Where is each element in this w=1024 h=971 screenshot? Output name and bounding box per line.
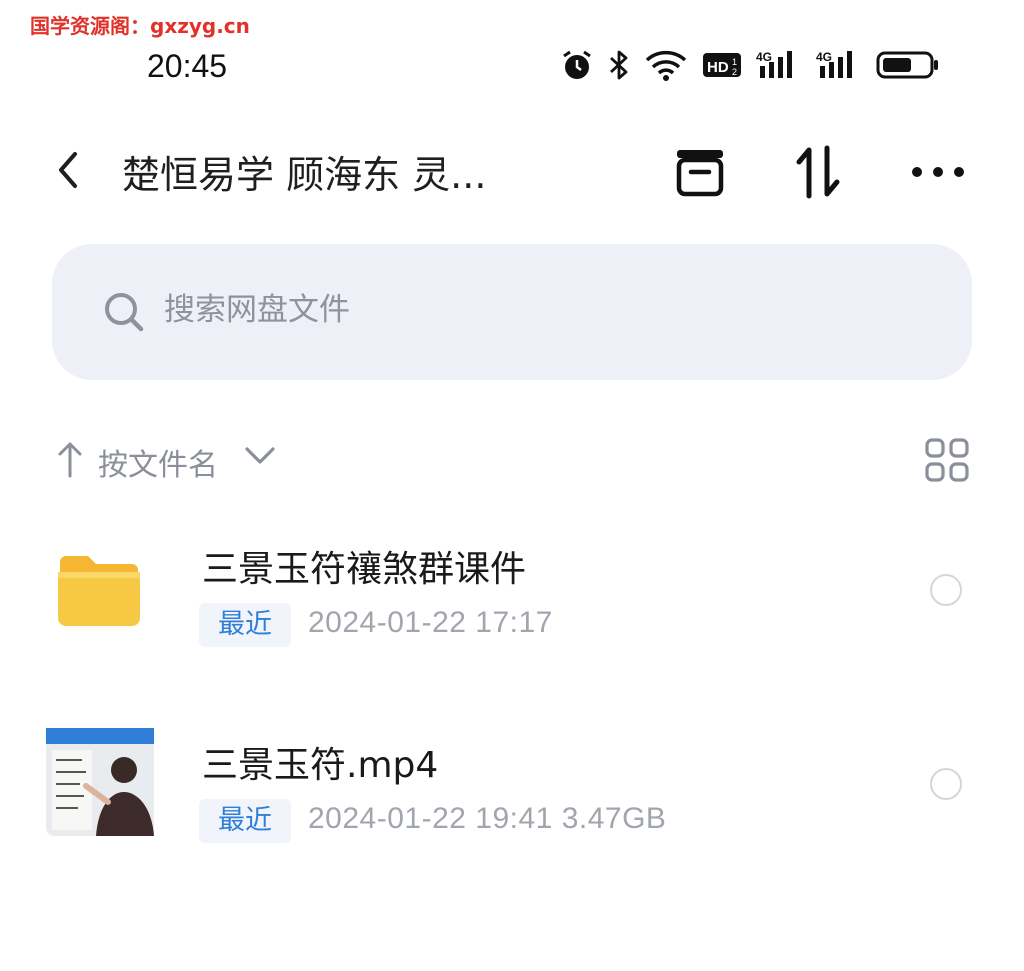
search-icon [102, 290, 146, 338]
back-button[interactable] [48, 148, 88, 192]
status-icons: HD 1 2 4G 4G [560, 48, 940, 82]
battery-icon [876, 50, 940, 80]
archive-icon [676, 150, 724, 197]
list-item[interactable]: 三景玉符.mp4 最近 2024-01-22 19:41 3.47GB [0, 726, 1024, 856]
folder-icon [56, 552, 142, 632]
svg-text:HD: HD [707, 59, 729, 76]
header: 楚恒易学 顾海东 灵... [0, 130, 1024, 210]
back-icon [59, 152, 77, 188]
status-time: 20:45 [147, 48, 228, 84]
video-thumbnail [46, 728, 154, 840]
svg-text:2: 2 [732, 67, 737, 77]
svg-text:4G: 4G [816, 50, 832, 64]
sort-toggle-icon [796, 145, 840, 199]
select-radio[interactable] [930, 768, 962, 800]
chevron-down-icon[interactable] [244, 446, 276, 470]
wifi-icon [644, 48, 688, 82]
svg-text:4G: 4G [756, 50, 772, 64]
recent-badge: 最近 [199, 603, 291, 647]
file-meta: 2024-01-22 19:41 3.47GB [308, 802, 667, 835]
select-radio[interactable] [930, 574, 962, 606]
file-name: 三景玉符.mp4 [202, 745, 439, 786]
recent-badge: 最近 [199, 799, 291, 843]
watermark: 国学资源阁：gxzyg.cn [30, 14, 250, 38]
sort-row: 按文件名 [0, 432, 1024, 488]
list-item[interactable]: 三景玉符禳煞群课件 最近 2024-01-22 17:17 [0, 530, 1024, 660]
file-name: 三景玉符禳煞群课件 [202, 549, 527, 590]
alarm-icon [560, 48, 594, 82]
page-title: 楚恒易学 顾海东 灵... [122, 153, 487, 197]
svg-text:1: 1 [732, 57, 737, 67]
sort-label[interactable]: 按文件名 [98, 440, 218, 484]
hd-icon: HD 1 2 [702, 50, 742, 80]
status-bar: 20:45 HD 1 2 4G 4G [0, 40, 1024, 92]
bluetooth-icon [608, 48, 630, 82]
grid-view-icon[interactable] [924, 437, 970, 487]
signal-4g-icon: 4G [756, 48, 802, 82]
file-meta: 2024-01-22 17:17 [308, 606, 553, 639]
more-button[interactable] [908, 142, 968, 202]
search-input[interactable] [164, 292, 764, 328]
sort-toggle-button[interactable] [788, 142, 848, 202]
signal-4g-icon: 4G [816, 48, 862, 82]
more-icon [912, 167, 964, 177]
archive-button[interactable] [670, 142, 730, 202]
sort-direction-icon[interactable] [56, 440, 84, 482]
